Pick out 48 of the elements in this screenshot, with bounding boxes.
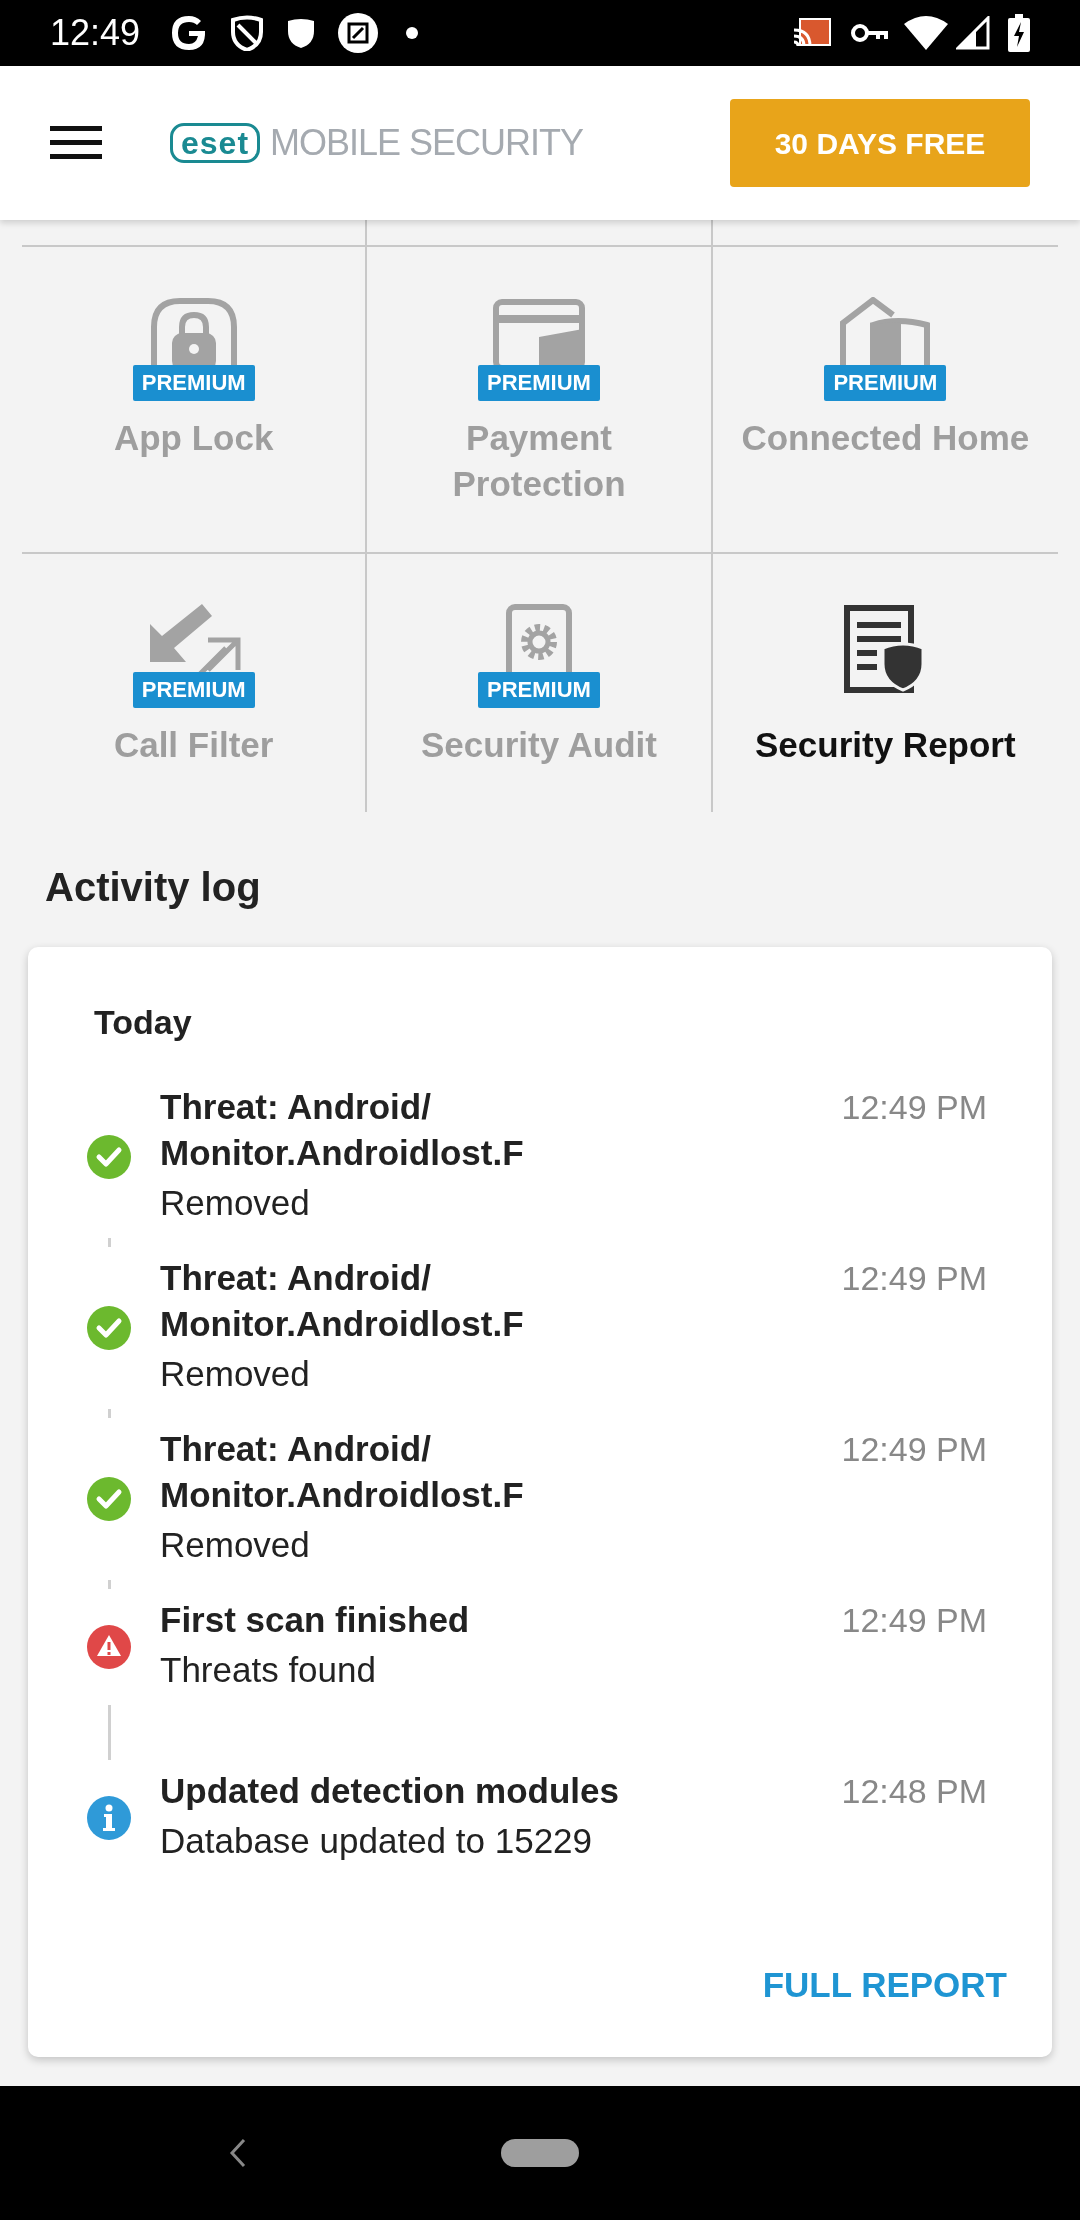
product-name: MOBILE SECURITY: [270, 121, 584, 165]
feature-tile[interactable]: Security Report: [735, 722, 1036, 768]
event-time: 12:48 PM: [841, 1771, 987, 1812]
wifi-icon: [904, 16, 948, 50]
signal-icon: [956, 16, 990, 50]
home-handle[interactable]: [501, 2139, 579, 2167]
event-detail: Removed: [160, 1182, 311, 1224]
premium-badge: PREMIUM: [132, 672, 255, 708]
check-icon: [87, 1135, 131, 1179]
check-icon: [87, 1306, 131, 1350]
day-heading: Today: [94, 1002, 193, 1043]
check-icon: [87, 1477, 131, 1521]
brand-logo: eset: [170, 123, 261, 163]
event-detail: Database updated to 15229: [160, 1820, 594, 1862]
screenshot-icon: [338, 13, 379, 53]
event-time: 12:49 PM: [841, 1087, 987, 1128]
event-time: 12:49 PM: [841, 1258, 987, 1299]
event-title: First scan finished: [160, 1599, 471, 1641]
premium-badge: PREMIUM: [478, 672, 600, 708]
shield-icon: [230, 15, 265, 51]
shield-icon: [286, 17, 317, 49]
event-detail: Threats found: [160, 1649, 377, 1691]
feature-tile[interactable]: Call Filter: [43, 722, 344, 768]
section-title: Activity log: [45, 864, 262, 911]
key-icon: [850, 21, 888, 45]
trial-button[interactable]: 30 DAYS FREE: [730, 99, 1030, 187]
clock: 12:49: [50, 11, 141, 55]
event-title: Threat: Android/Monitor.Androidlost.F: [160, 1428, 525, 1516]
full-report-link[interactable]: FULL REPORT: [762, 1959, 1007, 2012]
premium-badge: PREMIUM: [132, 365, 255, 401]
event-title: Threat: Android/Monitor.Androidlost.F: [160, 1257, 525, 1345]
back-icon[interactable]: [228, 2138, 248, 2168]
feature-tile[interactable]: Security Audit: [389, 722, 689, 768]
event-detail: Removed: [160, 1524, 311, 1566]
event-time: 12:49 PM: [841, 1600, 987, 1641]
feature-tile[interactable]: App Lock: [43, 415, 344, 461]
menu-icon[interactable]: [50, 126, 102, 160]
event-detail: Removed: [160, 1353, 311, 1395]
premium-badge: PREMIUM: [824, 365, 947, 401]
feature-tile[interactable]: Connected Home: [735, 415, 1036, 461]
event-time: 12:49 PM: [841, 1429, 987, 1470]
event-title: Threat: Android/Monitor.Androidlost.F: [160, 1086, 525, 1174]
feature-tile[interactable]: Payment Protection: [389, 415, 689, 507]
warning-icon: [87, 1625, 131, 1669]
premium-badge: PREMIUM: [478, 365, 600, 401]
battery-icon: [1008, 14, 1030, 52]
event-title: Updated detection modules: [160, 1770, 620, 1812]
info-icon: [87, 1796, 131, 1840]
